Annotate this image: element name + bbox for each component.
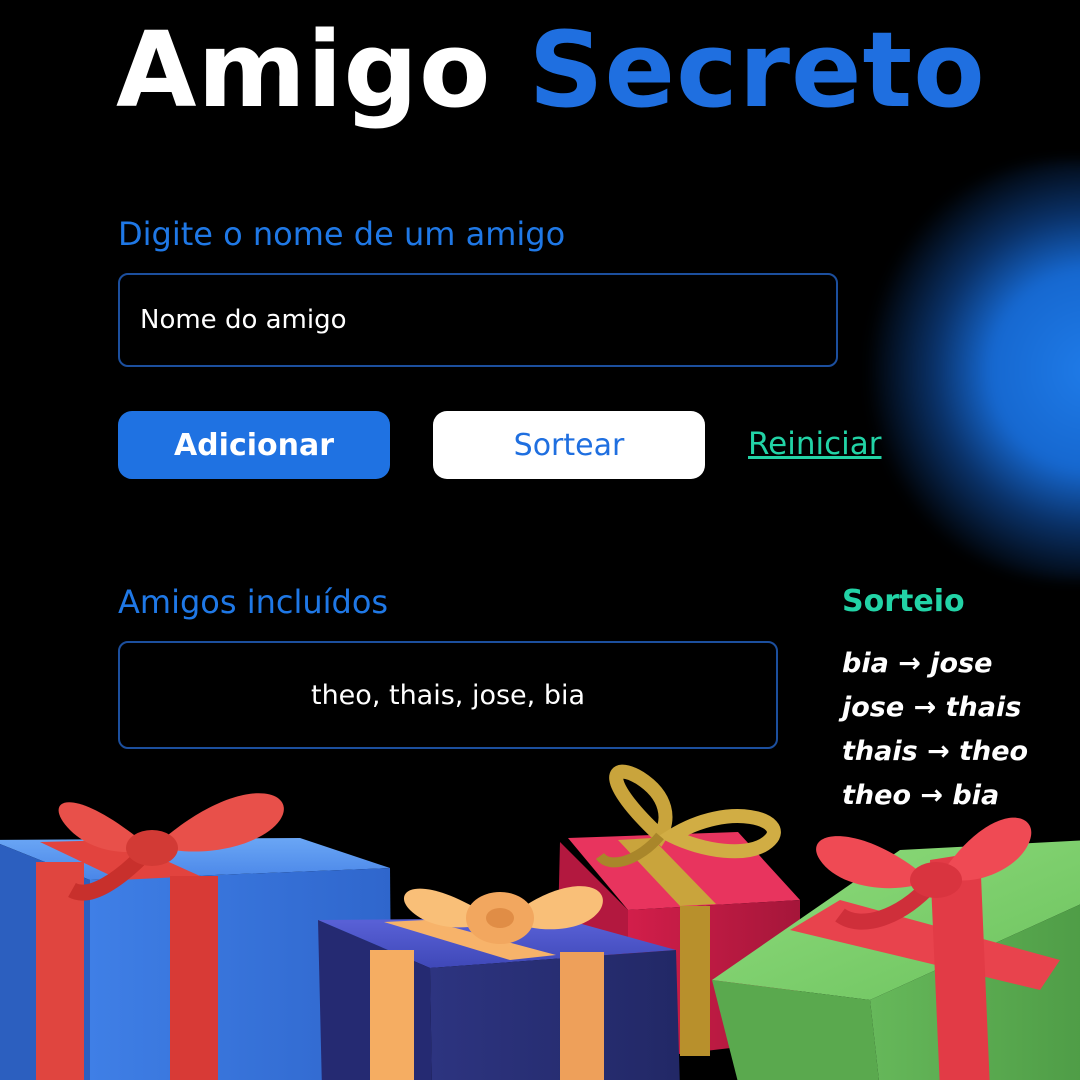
draw-result-list: bia → jose jose → thais thais → theo the… [842,642,1028,818]
green-gift-box [712,817,1080,1080]
blue-gift-box [0,793,392,1080]
friends-list-text: theo, thais, jose, bia [310,679,586,711]
draw-button[interactable]: Sortear [433,411,705,479]
blue-glow-decoration [860,160,1080,580]
draw-pair-item: theo → bia [842,780,1000,811]
red-gift-box [556,764,800,1060]
navy-gift-box [318,886,680,1080]
friends-list-box: theo, thais, jose, bia [118,641,778,749]
draw-pair-item: thais → theo [842,736,1029,767]
friends-list-heading: Amigos incluídos [118,583,389,621]
friend-name-label: Digite o nome de um amigo [118,215,566,253]
draw-result-heading: Sorteio [842,584,965,619]
title-word-secreto: Secreto [528,9,986,131]
add-button[interactable]: Adicionar [118,411,390,479]
draw-pair-item: jose → thais [842,692,1022,723]
draw-pair-item: bia → jose [842,648,993,679]
page-title: Amigo Secreto [116,8,986,133]
gift-boxes-decoration [0,764,1080,1080]
app-canvas: Amigo Secreto Digite o nome de um amigo … [0,0,1080,1080]
reset-link[interactable]: Reiniciar [748,426,882,462]
title-word-amigo: Amigo [116,9,492,131]
friend-name-input[interactable] [118,273,838,367]
